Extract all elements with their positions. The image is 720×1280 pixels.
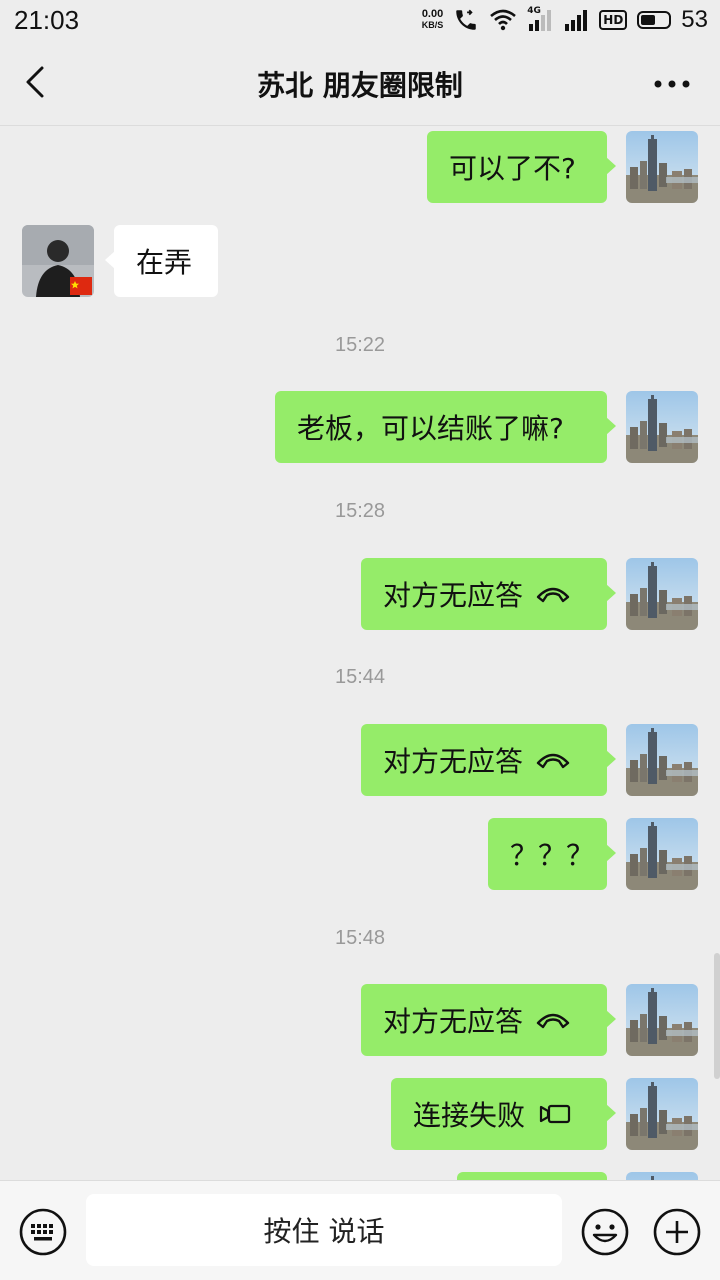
input-bar: 按住 说话 (0, 1180, 720, 1280)
hold-to-talk-button[interactable]: 按住 说话 (86, 1194, 562, 1266)
message-text: 可以了不? (449, 152, 576, 185)
message-bubble-incoming[interactable]: 在弄 (105, 225, 218, 297)
message-bubble-outgoing[interactable]: 对方无应答 (361, 984, 616, 1056)
message-text: ？？？ (510, 839, 595, 872)
message-bubble-outgoing[interactable]: 可以了不? (427, 131, 616, 203)
my-avatar[interactable] (626, 818, 698, 890)
chat-title: 苏北 朋友圈限制 (257, 69, 463, 102)
wifi-icon (490, 9, 517, 31)
my-avatar[interactable] (626, 984, 698, 1056)
keyboard-icon[interactable] (18, 1207, 68, 1257)
message-text: 在弄 (136, 246, 193, 279)
message-timestamp: 15:44 (334, 666, 386, 688)
phone-hangup-icon (536, 753, 570, 769)
message-timestamp: 15:48 (334, 927, 386, 949)
my-avatar[interactable] (626, 1172, 698, 1180)
status-time: 21:03 (14, 5, 80, 35)
plus-icon[interactable] (652, 1207, 702, 1257)
message-text: 连接失败 (413, 1099, 526, 1132)
message-bubble-outgoing[interactable]: 对方无应答 (361, 724, 616, 796)
my-avatar[interactable] (626, 1078, 698, 1150)
message-bubble-outgoing[interactable]: 老板，可以结账了嘛? (275, 391, 616, 463)
signal-bars-icon (529, 10, 552, 31)
scrollbar[interactable] (714, 953, 720, 1079)
message-text: 对方无应答 (383, 1005, 524, 1038)
my-avatar[interactable] (626, 391, 698, 463)
more-options-icon[interactable] (652, 78, 692, 90)
message-timestamp: 15:22 (334, 334, 386, 356)
my-avatar[interactable] (626, 131, 698, 203)
chat-header: 苏北 朋友圈限制 (0, 40, 720, 126)
network-speed: 0.00 KB/S (421, 8, 444, 31)
phone-call-icon (456, 9, 477, 30)
status-icons: 0.00 KB/S 4G HD 53 (422, 6, 708, 34)
message-timestamp: 15:28 (334, 500, 386, 522)
message-list[interactable]: 可以了不? 在弄 15:22 老板，可以结账了嘛? 15:28 对方无应答 15… (0, 127, 720, 1180)
message-bubble-outgoing[interactable]: ？？？ (488, 818, 616, 890)
status-bar: 21:03 0.00 KB/S 4G HD 53 (0, 0, 720, 40)
contact-avatar[interactable] (22, 225, 94, 297)
battery-fill (641, 15, 656, 25)
signal-4g: 4G (527, 6, 553, 32)
message-bubble-outgoing[interactable]: 连接失败 (391, 1078, 616, 1150)
my-avatar[interactable] (626, 558, 698, 630)
video-call-icon (539, 1104, 571, 1124)
phone-hangup-icon (536, 587, 570, 603)
my-avatar[interactable] (626, 724, 698, 796)
hd-badge: HD (599, 10, 628, 30)
message-bubble-outgoing[interactable] (457, 1172, 607, 1180)
message-text: 对方无应答 (383, 745, 524, 778)
message-text: 对方无应答 (383, 579, 524, 612)
battery-percent: 53 (681, 6, 708, 33)
message-text: 老板，可以结账了嘛? (297, 412, 564, 445)
signal-bars-icon (565, 10, 588, 31)
emoji-icon[interactable] (580, 1207, 630, 1257)
phone-hangup-icon (536, 1013, 570, 1029)
message-bubble-outgoing[interactable]: 对方无应答 (361, 558, 616, 630)
battery-icon (637, 11, 672, 29)
